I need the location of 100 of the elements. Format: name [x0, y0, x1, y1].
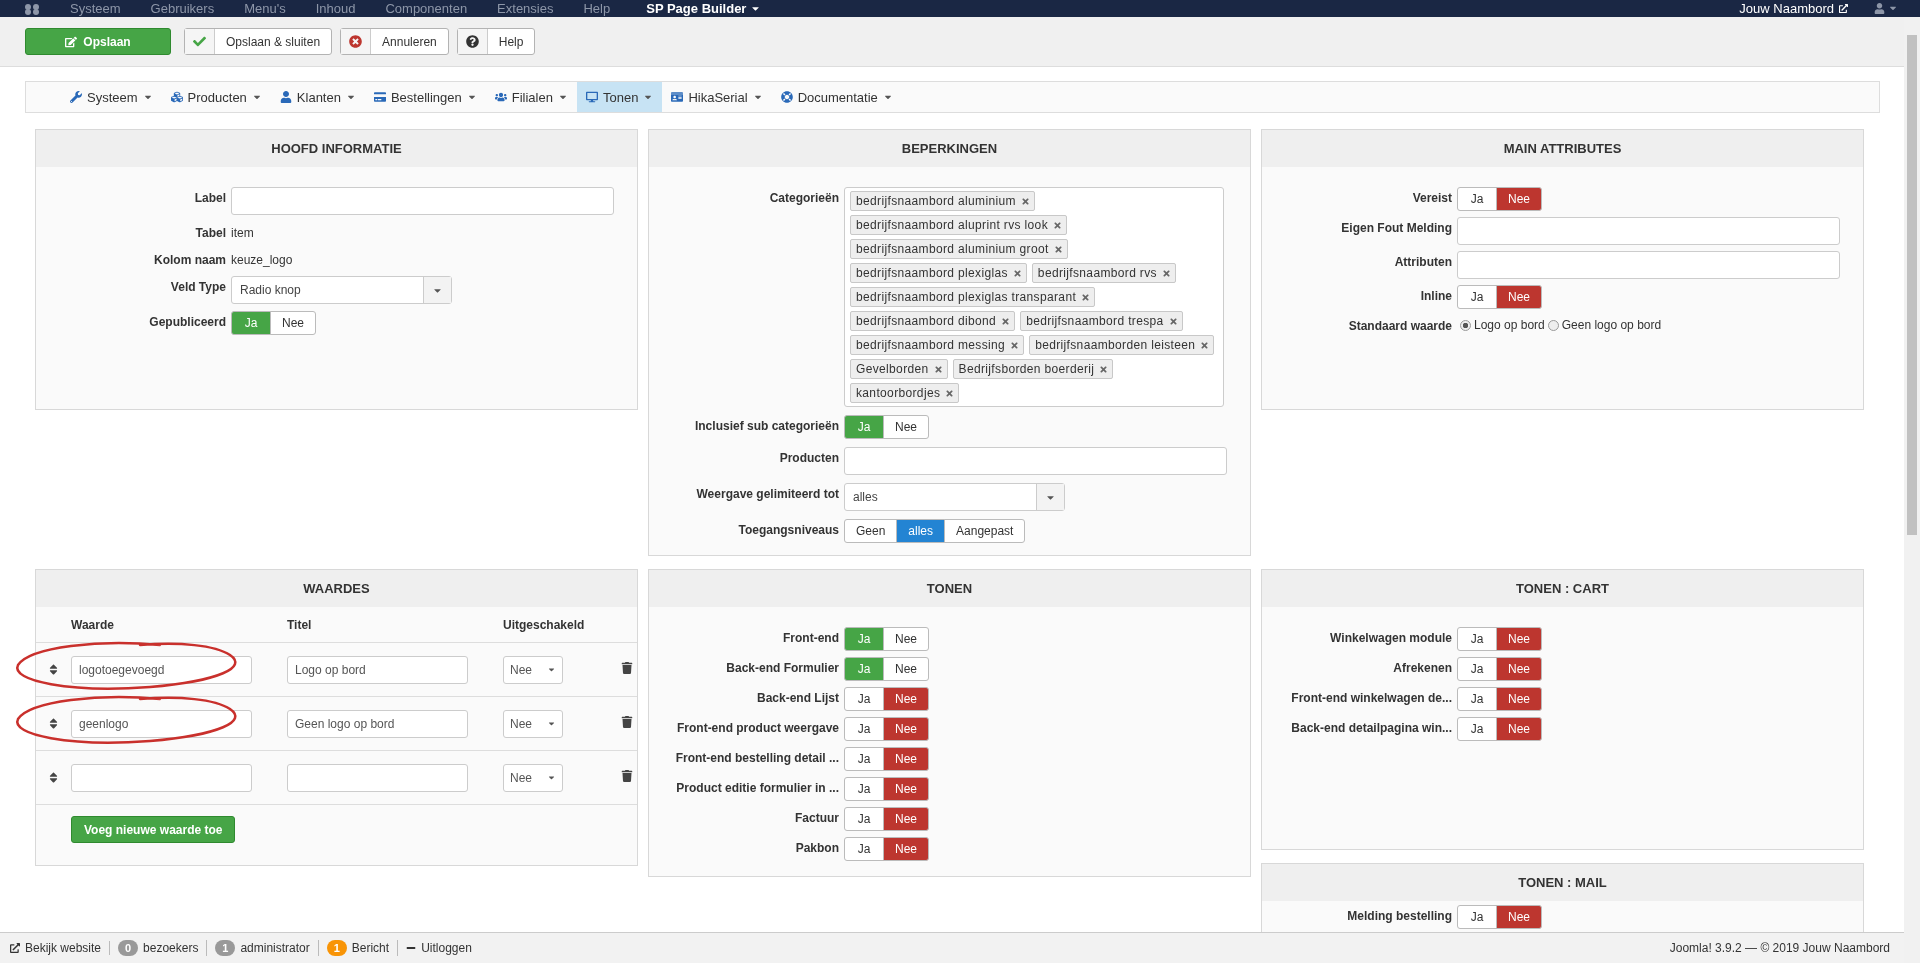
status-link[interactable]: Bekijk website	[25, 941, 102, 955]
status-link[interactable]: administrator	[240, 941, 310, 955]
remove-icon[interactable]	[945, 388, 955, 398]
top-menu-item[interactable]: Componenten	[385, 1, 468, 16]
toggle-option[interactable]: alles	[896, 519, 946, 543]
toggle-option[interactable]: Ja	[1457, 717, 1497, 741]
toggle-option[interactable]: Aangepast	[944, 519, 1026, 543]
nav-menu-item[interactable]: Bestellingen	[364, 82, 486, 112]
help-button[interactable]: Help	[456, 28, 536, 55]
remove-icon[interactable]	[1099, 364, 1109, 374]
text-field[interactable]	[231, 187, 614, 215]
toggle-option[interactable]: Nee	[883, 415, 929, 439]
toggle-option[interactable]: Nee	[883, 837, 929, 861]
toggle-option[interactable]: Nee	[883, 807, 929, 831]
toggle-option[interactable]: Ja	[1457, 687, 1497, 711]
logo-icon[interactable]	[24, 2, 40, 15]
toggle-option[interactable]: Nee	[1496, 905, 1542, 929]
toggle-option[interactable]: Nee	[1496, 657, 1542, 681]
remove-icon[interactable]	[1001, 316, 1011, 326]
nav-menu-item[interactable]: Producten	[161, 82, 271, 112]
value-field[interactable]: logotoegevoegd	[71, 655, 252, 684]
toggle-option[interactable]: Nee	[1496, 687, 1542, 711]
nav-menu-item[interactable]: Tonen	[576, 82, 663, 112]
top-menu-item[interactable]: SP Page Builder	[646, 1, 762, 16]
nav-menu-item[interactable]: Documentatie	[771, 82, 902, 112]
select-field[interactable]: Radio knop	[231, 276, 452, 304]
toggle-option[interactable]: Ja	[844, 777, 884, 801]
toggle-option[interactable]: Ja	[844, 837, 884, 861]
top-menu-item[interactable]: Gebruikers	[150, 1, 215, 16]
toggle-option[interactable]: Ja	[844, 807, 884, 831]
cancel-button[interactable]: Annuleren	[340, 28, 449, 55]
top-menu-item[interactable]: Menu's	[244, 1, 286, 16]
toggle-option[interactable]: Nee	[883, 687, 929, 711]
trash-icon[interactable]	[621, 662, 633, 674]
title-field[interactable]	[287, 763, 468, 792]
radio-button[interactable]	[1547, 319, 1559, 331]
remove-icon[interactable]	[933, 364, 943, 374]
toggle-option[interactable]: Ja	[844, 747, 884, 771]
toggle-option[interactable]: Nee	[270, 311, 316, 335]
title-field[interactable]: Geen logo op bord	[287, 709, 468, 738]
top-menu-item[interactable]: Extensies	[497, 1, 554, 16]
top-menu-item[interactable]: Systeem	[70, 1, 121, 16]
drag-handle-icon[interactable]	[47, 717, 60, 730]
status-link[interactable]: Uitloggen	[421, 941, 472, 955]
toggle-option[interactable]: Nee	[1496, 285, 1542, 309]
remove-icon[interactable]	[1161, 268, 1171, 278]
nav-menu-item[interactable]: Klanten	[270, 82, 365, 112]
top-menu-item[interactable]: Inhoud	[315, 1, 356, 16]
remove-icon[interactable]	[1010, 340, 1020, 350]
trash-icon[interactable]	[621, 716, 633, 728]
value-field[interactable]: geenlogo	[71, 709, 252, 738]
toggle-option[interactable]: Ja	[1457, 285, 1497, 309]
toggle-option[interactable]: Nee	[1496, 627, 1542, 651]
toggle-option[interactable]: Nee	[883, 747, 929, 771]
remove-icon[interactable]	[1081, 292, 1091, 302]
toggle-option[interactable]: Nee	[883, 657, 929, 681]
drag-handle-icon[interactable]	[47, 771, 60, 784]
select-field[interactable]: Nee	[503, 655, 563, 684]
select-field[interactable]: alles	[844, 483, 1065, 511]
toggle-option[interactable]: Geen	[844, 519, 898, 543]
remove-icon[interactable]	[1012, 268, 1022, 278]
toggle-option[interactable]: Ja	[1457, 905, 1497, 929]
text-field[interactable]	[1457, 251, 1840, 279]
toggle-option[interactable]: Ja	[1457, 627, 1497, 651]
remove-icon[interactable]	[1168, 316, 1178, 326]
scrollbar-thumb[interactable]	[1907, 35, 1917, 535]
toggle-option[interactable]: Nee	[883, 777, 929, 801]
toggle-option[interactable]: Ja	[844, 687, 884, 711]
radio-button[interactable]	[1460, 319, 1471, 331]
value-field[interactable]	[71, 763, 252, 792]
toggle-option[interactable]: Nee	[1496, 187, 1542, 211]
status-link[interactable]: Bericht	[351, 941, 390, 955]
status-link[interactable]: bezoekers	[143, 941, 199, 955]
nav-menu-item[interactable]: Filialen	[485, 82, 577, 112]
toggle-option[interactable]: Ja	[844, 717, 884, 741]
field-label: Kolom naam	[153, 252, 226, 269]
text-field[interactable]	[1457, 217, 1840, 245]
text-field[interactable]	[844, 447, 1227, 475]
title-field[interactable]: Logo op bord	[287, 655, 468, 684]
remove-icon[interactable]	[1020, 196, 1030, 206]
user-icon[interactable]	[1874, 3, 1885, 14]
toggle-option[interactable]: Ja	[1457, 187, 1497, 211]
nav-menu-item[interactable]: HikaSerial	[662, 82, 772, 112]
toggle-option[interactable]: Nee	[883, 717, 929, 741]
tags-field[interactable]	[844, 187, 1224, 407]
help-icon	[465, 35, 479, 48]
remove-icon[interactable]	[1053, 244, 1063, 254]
top-menu-item[interactable]: Help	[583, 1, 611, 16]
select-field[interactable]: Nee	[503, 763, 563, 792]
toggle-option[interactable]: Nee	[883, 627, 929, 651]
site-link[interactable]: Jouw Naambord	[1739, 1, 1848, 16]
save-close-button[interactable]: Opslaan & sluiten	[184, 28, 333, 55]
toggle-option[interactable]: Ja	[1457, 657, 1497, 681]
drag-handle-icon[interactable]	[47, 663, 60, 676]
select-field[interactable]: Nee	[503, 709, 563, 738]
remove-icon[interactable]	[1053, 220, 1062, 230]
remove-icon[interactable]	[1200, 340, 1210, 350]
nav-menu-item[interactable]: Systeem	[61, 82, 162, 112]
trash-icon[interactable]	[621, 770, 633, 782]
toggle-option[interactable]: Nee	[1496, 717, 1542, 741]
